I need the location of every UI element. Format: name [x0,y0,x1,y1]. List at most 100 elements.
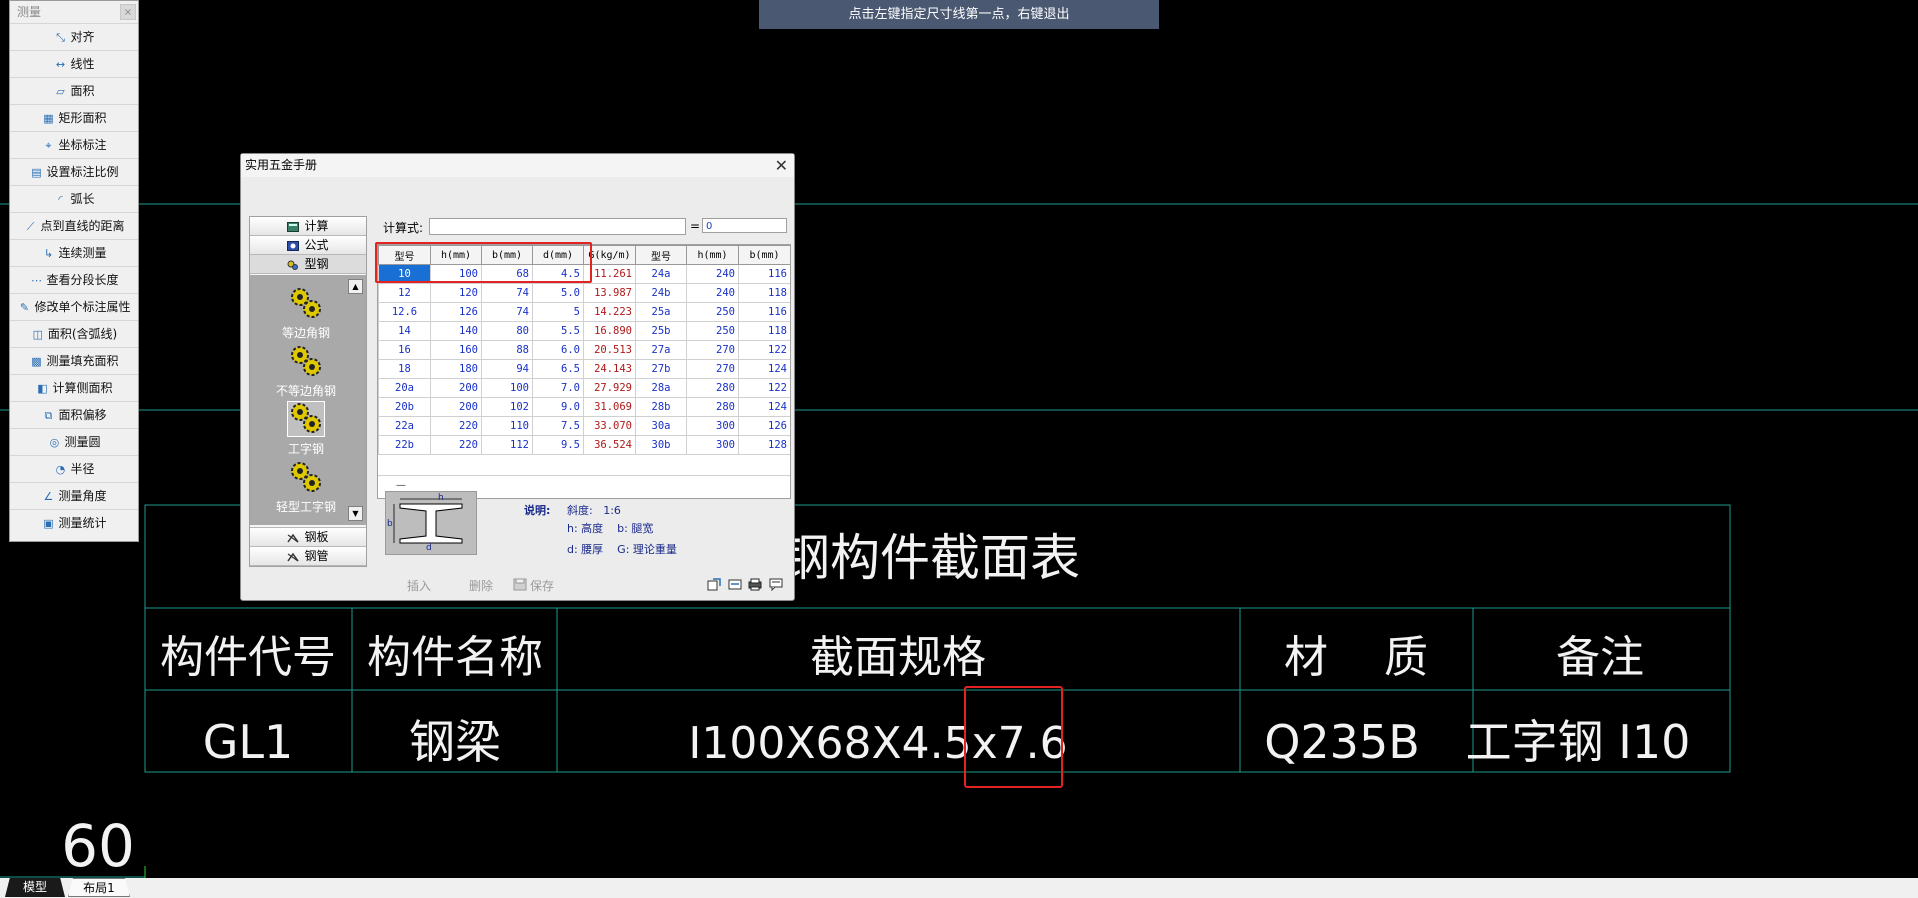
table-cell[interactable]: 74 [481,283,533,303]
table-cell[interactable]: 20a [378,378,431,398]
table-cell[interactable]: 200 [430,397,482,417]
steel-list-scrollbar[interactable]: ▲ ▼ [348,279,364,521]
table-cell[interactable]: 102 [481,397,533,417]
table-cell[interactable]: 22a [378,416,431,436]
table-cell[interactable]: 14.223 [583,302,636,322]
delete-button[interactable]: 删除 [469,577,493,594]
table-cell[interactable]: 18 [378,359,431,379]
table-cell[interactable]: 126 [430,302,482,322]
table-cell[interactable]: 160 [430,340,482,360]
table-row[interactable]: 16 160 88 6.0 20.513 27a 270 122 [378,340,790,360]
table-cell[interactable]: 13.987 [583,283,636,303]
table-cell[interactable]: 116 [738,264,790,284]
table-cell[interactable]: 240 [686,264,739,284]
result-field[interactable]: 0 [702,218,787,233]
table-cell[interactable]: 270 [686,340,739,360]
measure-tool-item[interactable]: ⋯ 查看分段长度 [10,266,138,293]
measure-tool-item[interactable]: ▱ 面积 [10,77,138,104]
table-row[interactable]: 12.6 126 74 5 14.223 25a 250 116 [378,302,790,322]
table-cell[interactable]: 9.5 [532,435,584,455]
table-cell[interactable]: 27b [635,359,687,379]
table-cell[interactable]: 88 [481,340,533,360]
table-cell[interactable]: 22b [378,435,431,455]
measure-tool-item[interactable]: ◔ 半径 [10,455,138,482]
table-cell[interactable]: 20b [378,397,431,417]
table-cell[interactable]: 9.0 [532,397,584,417]
table-cell[interactable]: 6.0 [532,340,584,360]
table-cell[interactable]: 20.513 [583,340,636,360]
table-cell[interactable]: 16 [378,340,431,360]
table-cell[interactable]: 31.069 [583,397,636,417]
table-cell[interactable]: 120 [430,283,482,303]
table-cell[interactable]: 12 [378,283,431,303]
steel-type-equal-angle[interactable]: 等边角钢 [270,287,342,341]
table-cell[interactable]: 250 [686,321,739,341]
measure-tool-item[interactable]: ▣ 测量统计 [10,509,138,536]
table-cell[interactable]: 94 [481,359,533,379]
table-cell[interactable]: 100 [481,378,533,398]
table-row[interactable]: 22b 220 112 9.5 36.524 30b 300 128 [378,435,790,455]
table-cell[interactable]: 74 [481,302,533,322]
table-cell[interactable]: 180 [430,359,482,379]
open-file-icon[interactable] [707,578,721,591]
table-cell[interactable]: 5.0 [532,283,584,303]
table-cell[interactable]: 220 [430,416,482,436]
table-cell[interactable]: 36.524 [583,435,636,455]
table-cell[interactable]: 300 [686,435,739,455]
table-row[interactable]: 20b 200 102 9.0 31.069 28b 280 124 [378,397,790,417]
table-cell[interactable]: 116 [738,302,790,322]
measure-tool-item[interactable]: ▤ 设置标注比例 [10,158,138,185]
table-cell[interactable]: 300 [686,416,739,436]
close-icon[interactable]: ✕ [775,154,788,177]
table-cell[interactable]: 30a [635,416,687,436]
table-cell[interactable]: 200 [430,378,482,398]
insert-button[interactable]: 插入 [407,577,431,594]
table-cell[interactable]: 5 [532,302,584,322]
table-cell[interactable]: 25b [635,321,687,341]
measure-tool-item[interactable]: ◧ 计算侧面积 [10,374,138,401]
table-cell[interactable]: 30b [635,435,687,455]
table-row[interactable]: 20a 200 100 7.0 27.929 28a 280 122 [378,378,790,398]
table-cell[interactable]: 24b [635,283,687,303]
steel-type-i-beam[interactable]: 工字钢 [270,401,342,457]
table-cell[interactable]: 24a [635,264,687,284]
measure-tool-item[interactable]: ⌖ 坐标标注 [10,131,138,158]
table-cell[interactable]: 33.070 [583,416,636,436]
table-cell[interactable]: 7.0 [532,378,584,398]
nav-steel-plate[interactable]: 钢板 [250,527,366,547]
close-icon[interactable]: × [120,4,136,20]
table-cell[interactable]: 126 [738,416,790,436]
measure-tool-item[interactable]: ⤡ 对齐 [10,23,138,50]
scroll-down-arrow-icon[interactable]: ▼ [348,506,363,521]
table-cell[interactable]: 270 [686,359,739,379]
table-cell[interactable]: 6.5 [532,359,584,379]
table-cell[interactable]: 80 [481,321,533,341]
table-row[interactable]: 12 120 74 5.0 13.987 24b 240 118 [378,283,790,303]
measure-tool-item[interactable]: ⟋ 点到直线的距离 [10,212,138,239]
table-cell[interactable]: 122 [738,378,790,398]
table-cell[interactable]: 12.6 [378,302,431,322]
table-cell[interactable]: 110 [481,416,533,436]
measure-tool-item[interactable]: ∠ 测量角度 [10,482,138,509]
table-cell[interactable]: 124 [738,397,790,417]
table-cell[interactable]: 220 [430,435,482,455]
table-cell[interactable]: 118 [738,321,790,341]
measure-tool-item[interactable]: ◜ 弧长 [10,185,138,212]
dialog-title-bar[interactable]: 实用五金手册 ✕ [241,154,794,177]
measure-tool-item[interactable]: ◎ 测量圆 [10,428,138,455]
table-cell[interactable]: 122 [738,340,790,360]
table-row[interactable]: 14 140 80 5.5 16.890 25b 250 118 [378,321,790,341]
measure-tool-item[interactable]: ◫ 面积(含弧线) [10,320,138,347]
print-icon[interactable] [748,578,762,591]
scroll-up-arrow-icon[interactable]: ▲ [348,279,363,294]
table-row[interactable]: 18 180 94 6.5 24.143 27b 270 124 [378,359,790,379]
table-cell[interactable]: 24.143 [583,359,636,379]
steel-type-unequal-angle[interactable]: 不等边角钢 [270,345,342,399]
table-cell[interactable]: 27.929 [583,378,636,398]
measure-tool-item[interactable]: ↳ 连续测量 [10,239,138,266]
nav-section-steel[interactable]: 型钢 [250,255,366,274]
table-cell[interactable]: 112 [481,435,533,455]
table-cell[interactable]: 280 [686,378,739,398]
nav-calculate[interactable]: 计算 [250,217,366,236]
table-row[interactable]: 22a 220 110 7.5 33.070 30a 300 126 [378,416,790,436]
